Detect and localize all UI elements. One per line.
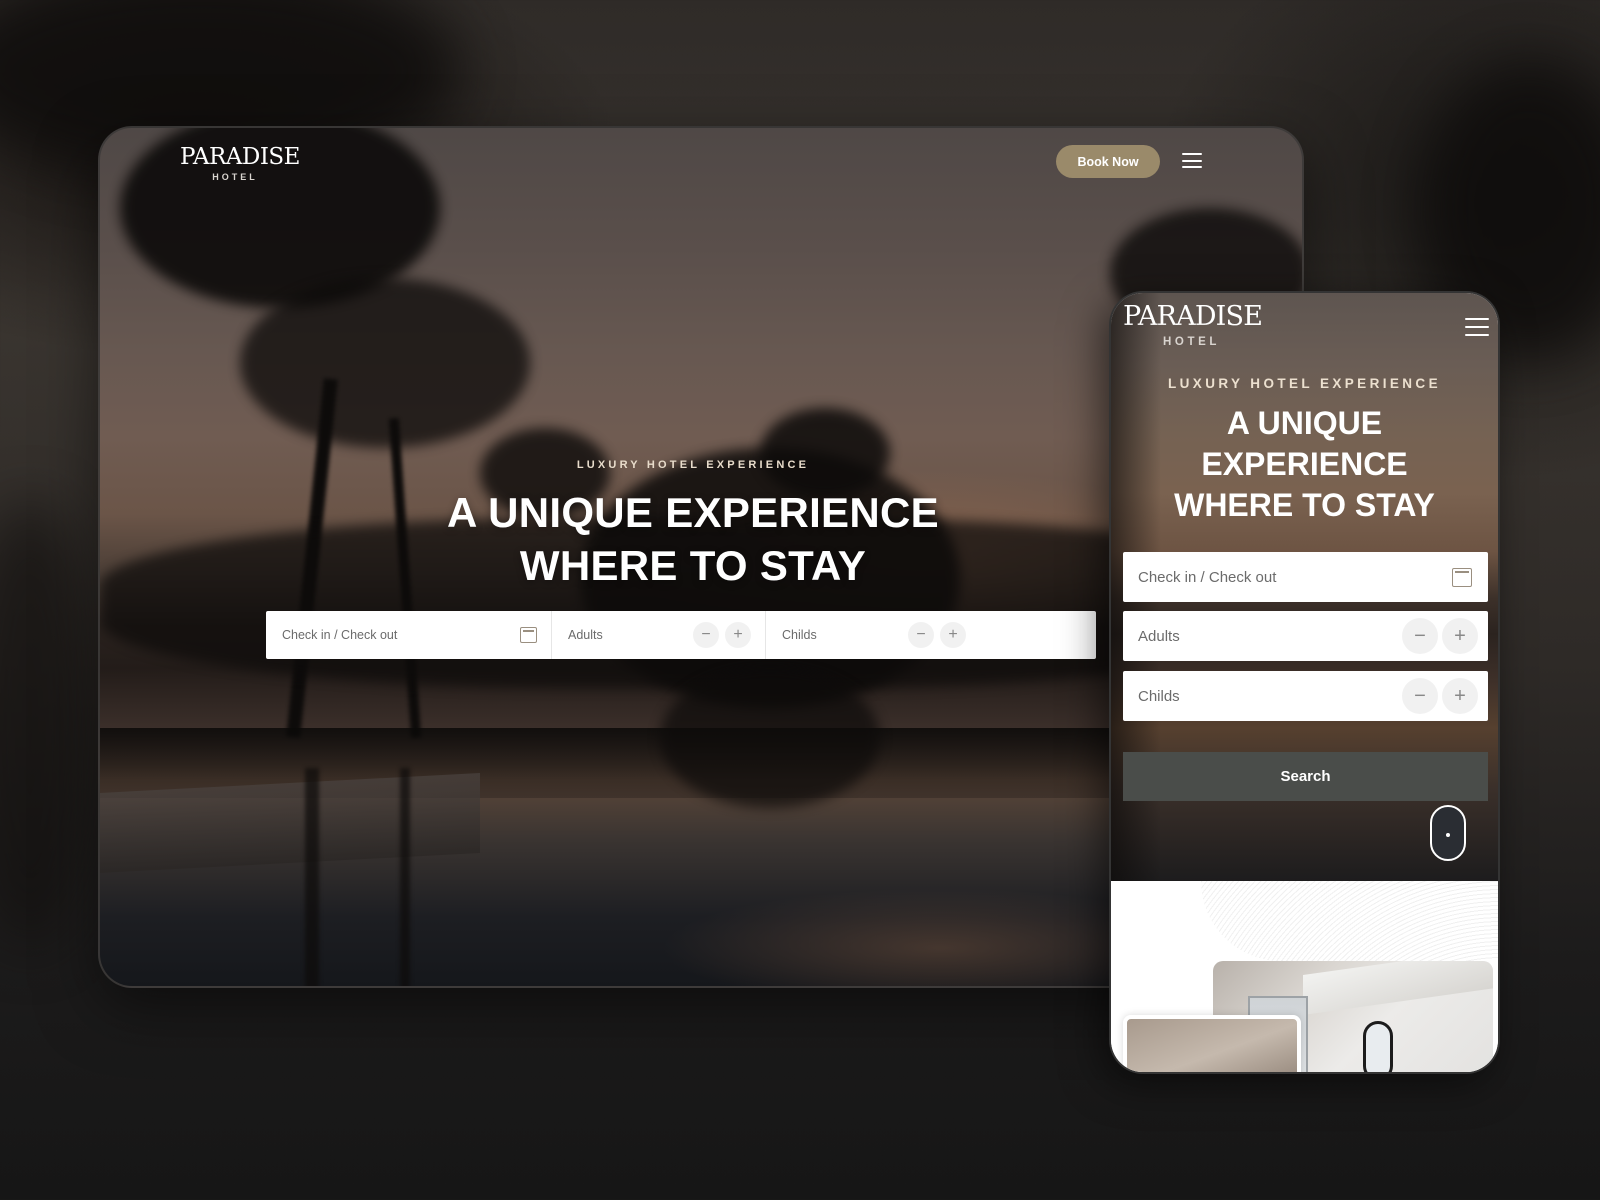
hamburger-menu-icon[interactable]	[1465, 318, 1489, 336]
hamburger-menu-icon[interactable]	[1182, 153, 1202, 168]
childs-increment-button[interactable]: +	[1442, 678, 1478, 714]
date-range-field[interactable]: Check in / Check out	[1123, 552, 1488, 602]
calendar-icon[interactable]	[520, 627, 537, 643]
book-now-button[interactable]: Book Now	[1056, 145, 1160, 178]
logo-brand: PARADISE	[180, 144, 300, 170]
hero-title-line: EXPERIENCE	[1201, 446, 1408, 482]
calendar-icon[interactable]	[1452, 567, 1472, 587]
hero-title-line: A UNIQUE	[1226, 405, 1383, 441]
search-button[interactable]: Search	[1123, 752, 1488, 801]
logo-brand: PARADISE	[1123, 301, 1263, 332]
childs-stepper: − +	[908, 622, 966, 648]
adults-increment-button[interactable]: +	[1442, 618, 1478, 654]
menu-line	[1182, 166, 1202, 168]
site-logo[interactable]: PARADISE HOTEL	[1123, 301, 1263, 348]
site-logo[interactable]: PARADISE HOTEL	[180, 144, 300, 182]
childs-field: Childs − +	[1123, 671, 1488, 721]
adults-label: Adults	[568, 628, 603, 642]
date-range-placeholder: Check in / Check out	[1138, 568, 1277, 586]
scroll-dot	[1446, 833, 1450, 837]
reflection-trunk	[305, 768, 319, 986]
childs-decrement-button[interactable]: −	[908, 622, 934, 648]
decorative-wave-lines	[1201, 881, 1498, 961]
mobile-preview: PARADISE HOTEL LUXURY HOTEL EXPERIENCE A…	[1109, 291, 1500, 1074]
hero-title-line: WHERE TO STAY	[1174, 487, 1435, 523]
date-range-field[interactable]: Check in / Check out	[266, 611, 552, 659]
menu-line	[1465, 326, 1489, 328]
adults-increment-button[interactable]: +	[725, 622, 751, 648]
detail-photo	[1123, 1015, 1301, 1072]
adults-decrement-button[interactable]: −	[1402, 618, 1438, 654]
hero-eyebrow: LUXURY HOTEL EXPERIENCE	[1168, 376, 1441, 391]
adults-label: Adults	[1138, 627, 1180, 645]
ceiling-detail	[1303, 961, 1493, 1016]
logo-subtitle: HOTEL	[212, 172, 258, 182]
childs-stepper: − +	[1402, 678, 1478, 714]
childs-label: Childs	[782, 628, 817, 642]
reflection-tree	[660, 668, 880, 808]
adults-decrement-button[interactable]: −	[693, 622, 719, 648]
date-range-placeholder: Check in / Check out	[282, 628, 398, 642]
adults-field: Adults − +	[1123, 611, 1488, 661]
palm-silhouette	[760, 408, 890, 498]
menu-line	[1465, 334, 1489, 336]
reflection-trunk	[400, 768, 410, 986]
childs-field: Childs − +	[766, 611, 980, 659]
childs-increment-button[interactable]: +	[940, 622, 966, 648]
about-section	[1111, 881, 1498, 1072]
hanging-mirror	[1363, 1021, 1393, 1072]
adults-stepper: − +	[693, 622, 751, 648]
menu-line	[1465, 318, 1489, 320]
menu-line	[1182, 153, 1202, 155]
logo-subtitle: HOTEL	[1163, 336, 1220, 348]
menu-line	[1182, 159, 1202, 162]
palm-silhouette	[240, 278, 530, 448]
mobile-hero: PARADISE HOTEL LUXURY HOTEL EXPERIENCE A…	[1111, 293, 1498, 881]
childs-decrement-button[interactable]: −	[1402, 678, 1438, 714]
background-palm	[0, 500, 100, 950]
adults-field: Adults − +	[552, 611, 766, 659]
mouse-scroll-icon[interactable]	[1430, 805, 1466, 861]
hero-title: A UNIQUE EXPERIENCE WHERE TO STAY	[1111, 403, 1498, 526]
booking-bar: Check in / Check out Adults − + Childs −…	[266, 611, 1096, 659]
adults-stepper: − +	[1402, 618, 1478, 654]
childs-label: Childs	[1138, 687, 1180, 705]
